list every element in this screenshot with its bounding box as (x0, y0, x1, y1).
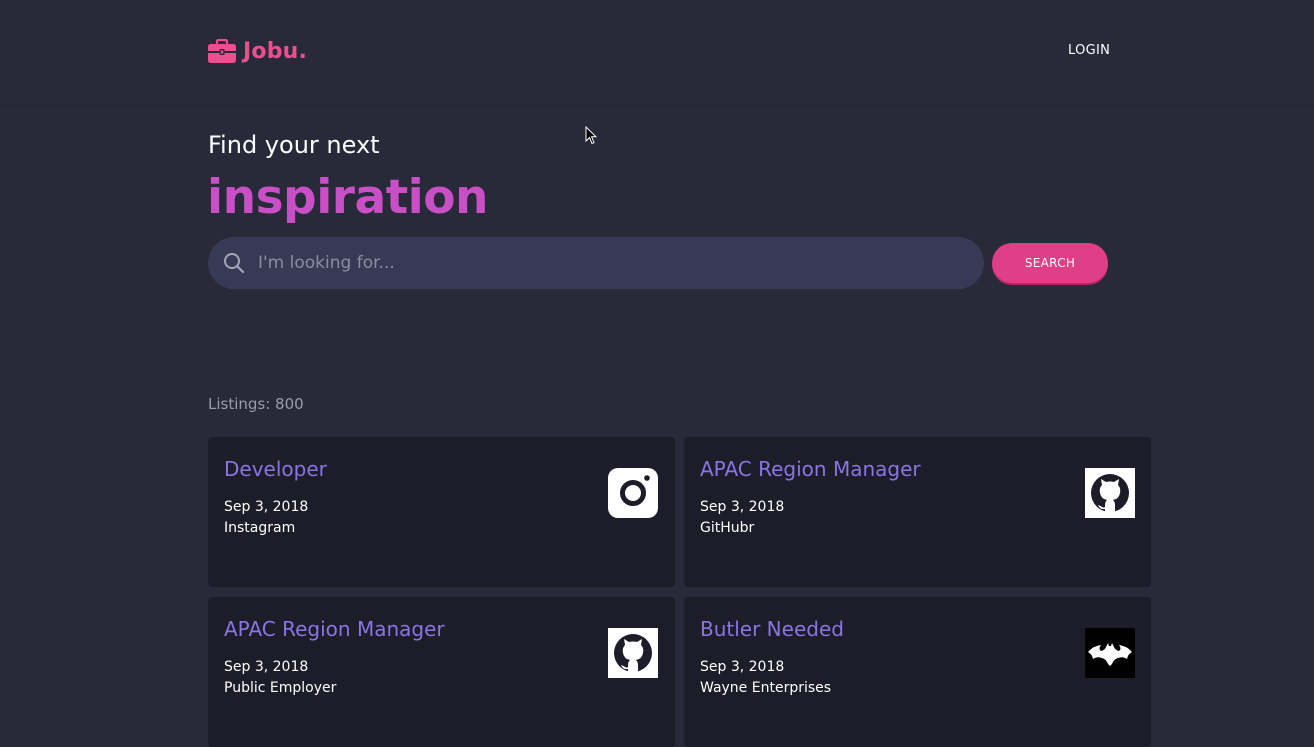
listing-date: Sep 3, 2018 (700, 499, 785, 515)
mouse-cursor-icon (585, 126, 597, 145)
logo-text: Jobu. (243, 38, 308, 64)
listing-date: Sep 3, 2018 (224, 659, 309, 675)
listing-title[interactable]: APAC Region Manager (700, 457, 921, 481)
github-icon (608, 628, 658, 678)
listing-title[interactable]: Butler Needed (700, 617, 844, 641)
logo-link[interactable]: Jobu. (208, 37, 307, 65)
listing-card[interactable]: Butler Needed Sep 3, 2018 Wayne Enterpri… (684, 597, 1151, 747)
listing-company: GitHubr (700, 520, 755, 536)
briefcase-icon (208, 39, 236, 63)
listing-date: Sep 3, 2018 (224, 499, 309, 515)
listing-card[interactable]: APAC Region Manager Sep 3, 2018 Public E… (208, 597, 675, 747)
top-header: Jobu. LOGIN (0, 0, 1314, 106)
listing-company: Public Employer (224, 680, 337, 696)
search-button[interactable]: SEARCH (992, 243, 1108, 283)
search-input[interactable] (258, 250, 958, 276)
listing-company: Instagram (224, 520, 296, 536)
listing-card[interactable]: APAC Region Manager Sep 3, 2018 GitHubr (684, 437, 1151, 587)
hero-heading-line2: inspiration (207, 170, 489, 225)
listing-company: Wayne Enterprises (700, 680, 832, 696)
instagram-icon (608, 468, 658, 518)
listing-title[interactable]: Developer (224, 457, 327, 481)
listing-title[interactable]: APAC Region Manager (224, 617, 445, 641)
listings-count: Listings: 800 (208, 395, 304, 413)
hero-heading-line1: Find your next (208, 131, 380, 159)
listing-card[interactable]: Developer Sep 3, 2018 Instagram (208, 437, 675, 587)
github-icon (1085, 468, 1135, 518)
batman-icon (1085, 628, 1135, 678)
login-link[interactable]: LOGIN (1068, 43, 1110, 58)
listing-date: Sep 3, 2018 (700, 659, 785, 675)
search-icon (224, 253, 245, 274)
